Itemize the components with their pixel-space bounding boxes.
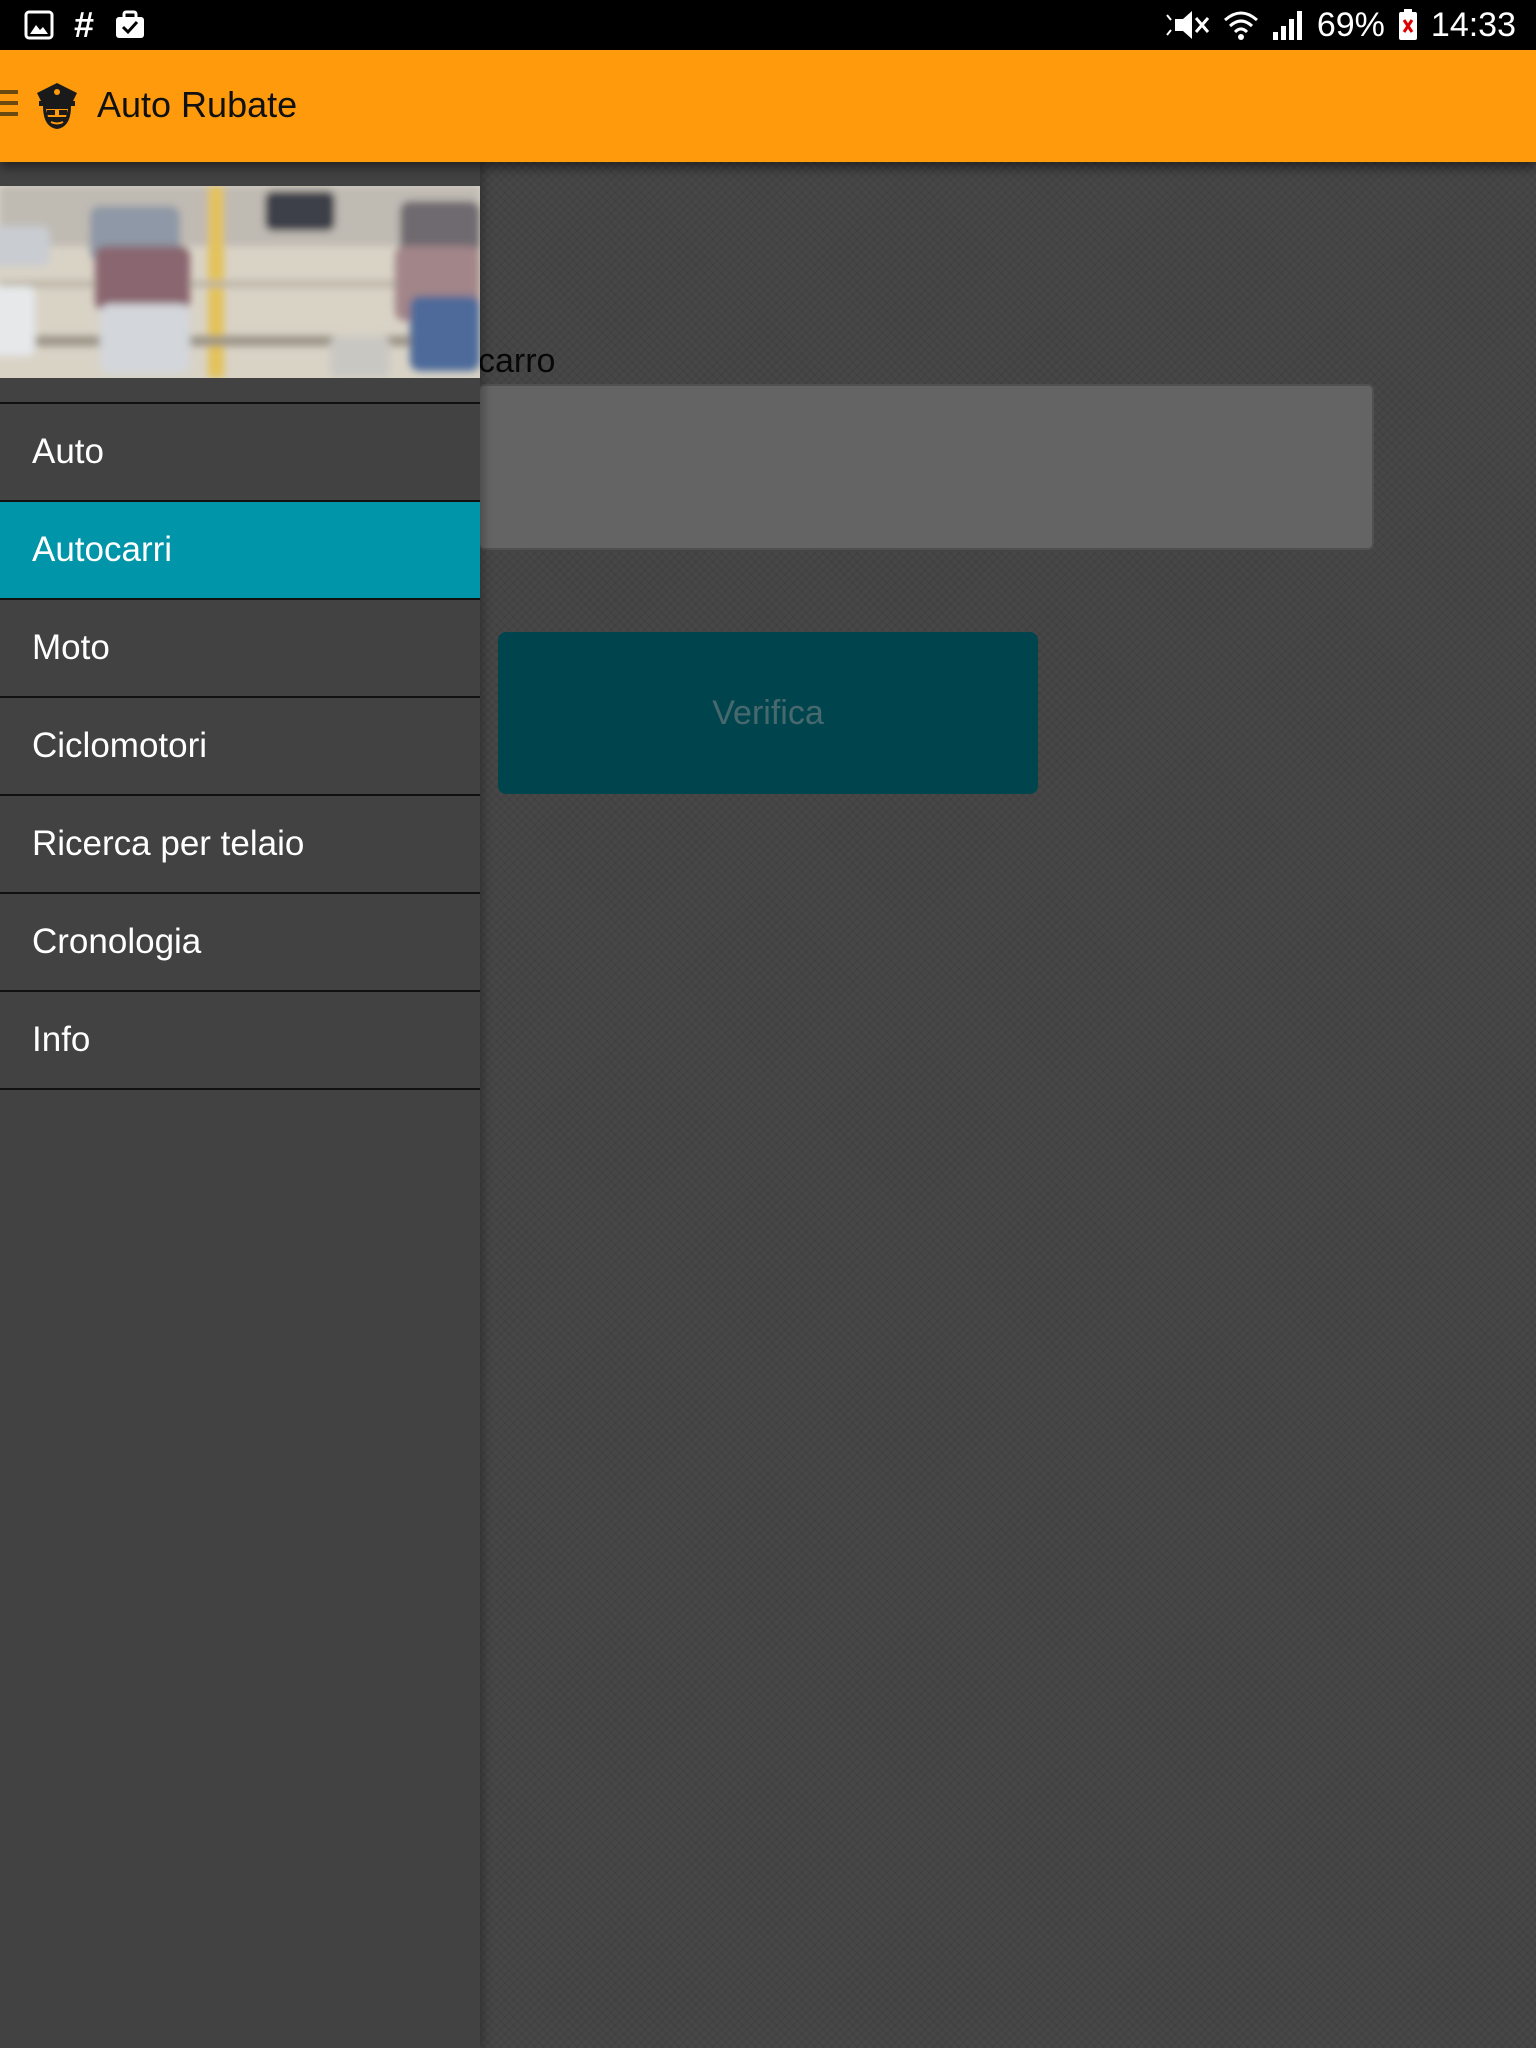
mute-icon — [1165, 8, 1211, 42]
drawer-item-ciclomotori[interactable]: Ciclomotori — [0, 698, 480, 796]
hash-icon: # — [74, 4, 95, 45]
hamburger-menu-icon[interactable] — [0, 90, 20, 120]
app-bar: Auto Rubate — [0, 50, 1536, 162]
battery-percentage: 69% — [1316, 6, 1385, 44]
drawer-item-info[interactable]: Info — [0, 992, 480, 1090]
clock: 14:33 — [1430, 6, 1516, 44]
drawer-menu: Auto Autocarri Moto Ciclomotori Ricerca … — [0, 402, 480, 1090]
drawer-header-image — [0, 186, 480, 378]
navigation-drawer: Auto Autocarri Moto Ciclomotori Ricerca … — [0, 162, 480, 2048]
wifi-icon — [1223, 8, 1259, 42]
drawer-item-moto[interactable]: Moto — [0, 600, 480, 698]
image-icon — [24, 10, 54, 40]
signal-icon — [1271, 8, 1305, 42]
drawer-item-autocarri[interactable]: Autocarri — [0, 502, 480, 600]
app-title: Auto Rubate — [97, 84, 298, 125]
drawer-item-auto[interactable]: Auto — [0, 404, 480, 502]
police-officer-icon — [33, 79, 81, 140]
status-bar: # 69% 14:33 — [0, 0, 1536, 50]
battery-icon — [1397, 8, 1419, 42]
drawer-item-cronologia[interactable]: Cronologia — [0, 894, 480, 992]
drawer-item-ricerca-per-telaio[interactable]: Ricerca per telaio — [0, 796, 480, 894]
briefcase-check-icon — [114, 10, 146, 40]
screen: # 69% 14:33 Auto Rubate Auto Autocarri M… — [0, 0, 1536, 2048]
